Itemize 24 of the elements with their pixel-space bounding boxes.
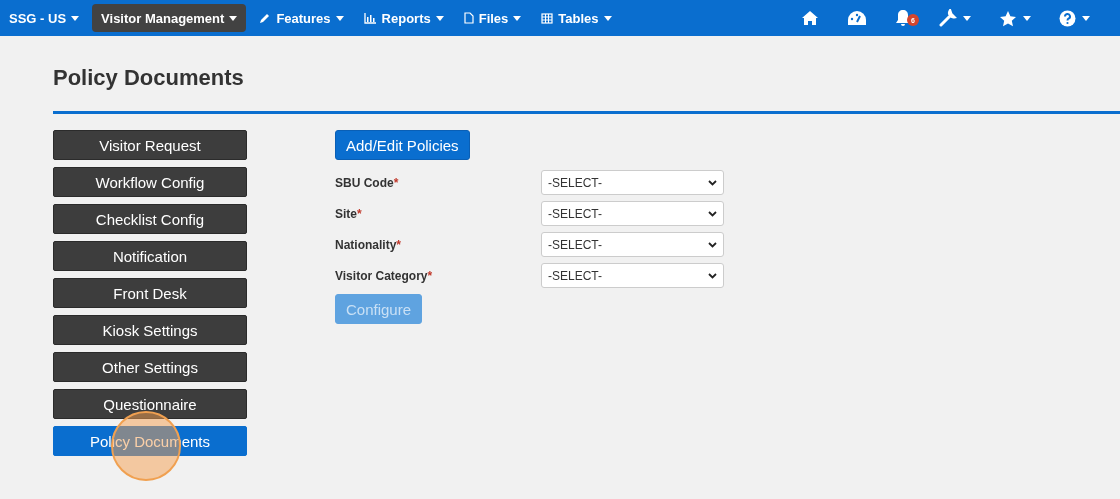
select-field[interactable]: -SELECT-: [541, 170, 724, 195]
select-field[interactable]: -SELECT-: [541, 232, 724, 257]
nav-menu[interactable]: Tables: [534, 4, 619, 32]
field-label: SBU Code*: [335, 175, 400, 190]
sidebar-item[interactable]: Notification: [53, 241, 247, 271]
sidebar-item[interactable]: Other Settings: [53, 352, 247, 382]
sidebar-item[interactable]: Front Desk: [53, 278, 247, 308]
sidebar-item[interactable]: Kiosk Settings: [53, 315, 247, 345]
add-edit-button[interactable]: Add/Edit Policies: [335, 130, 470, 160]
sidebar-item[interactable]: Visitor Request: [53, 130, 247, 160]
page-title: Policy Documents: [53, 65, 245, 91]
nav-menu[interactable]: Visitor Management: [92, 4, 247, 32]
sidebar-item[interactable]: Checklist Config: [53, 204, 247, 234]
field-label: Nationality*: [335, 237, 402, 252]
nav-menu[interactable]: Reports: [356, 4, 451, 32]
field-label: Site*: [335, 206, 363, 221]
sidebar-item[interactable]: Questionnaire: [53, 389, 247, 419]
nav-menu[interactable]: Features: [252, 4, 351, 32]
select-field[interactable]: -SELECT-: [541, 201, 724, 226]
nav-menu[interactable]: SSG - US: [2, 4, 87, 32]
field-label: Visitor Category*: [335, 268, 434, 283]
select-field[interactable]: -SELECT-: [541, 263, 724, 288]
nav-menu[interactable]: Files: [456, 4, 529, 32]
sidebar-item[interactable]: Workflow Config: [53, 167, 247, 197]
